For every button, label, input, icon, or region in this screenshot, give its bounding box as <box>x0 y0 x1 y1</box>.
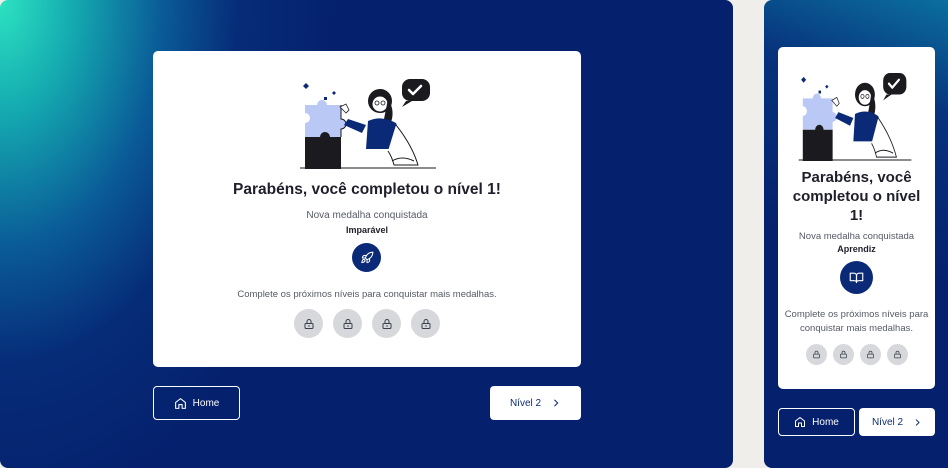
locked-medal <box>372 309 401 338</box>
medal-name: Imparável <box>345 225 389 235</box>
puzzle-illustration <box>300 79 436 169</box>
locked-medal <box>859 344 881 365</box>
locked-medal <box>886 344 908 365</box>
unlock-more-text: Complete os próximos níveis para conquis… <box>237 289 497 300</box>
congrats-title: Parabéns, você completou o nível 1! <box>233 181 501 198</box>
medal-badge <box>352 243 381 272</box>
home-icon <box>174 397 187 410</box>
lock-icon <box>382 318 391 329</box>
lock-icon <box>893 350 901 359</box>
lock-icon <box>812 350 820 359</box>
next-level-button[interactable]: Nível 2 <box>490 386 581 420</box>
locked-medal <box>805 344 827 365</box>
new-medal-label: Nova medalha conquistada <box>306 210 428 221</box>
locked-medal <box>411 309 440 338</box>
locked-medal <box>832 344 854 365</box>
medal-name: Aprendiz <box>837 244 876 254</box>
medal-badge <box>840 261 873 294</box>
lock-icon <box>421 318 430 329</box>
book-icon <box>849 272 864 284</box>
unlock-more-text: Complete os próximos níveis para conquis… <box>784 309 929 334</box>
home-button-label: Home <box>192 397 220 409</box>
locked-medal <box>333 309 362 338</box>
chevron-right-icon <box>551 398 561 408</box>
home-button-label: Home <box>812 416 839 428</box>
next-level-button[interactable]: Nível 2 <box>859 408 935 436</box>
lock-icon <box>866 350 874 359</box>
lock-icon <box>839 350 847 359</box>
desktop-screen: Parabéns, você completou o nível 1! Nova… <box>0 0 733 468</box>
lock-icon <box>343 318 352 329</box>
puzzle-illustration <box>798 72 912 161</box>
lock-icon <box>304 318 313 329</box>
locked-medals-row <box>153 309 581 338</box>
next-level-label: Nível 2 <box>509 397 542 409</box>
level-complete-card: Parabéns, você completou o nível 1! Nova… <box>778 47 935 389</box>
new-medal-label: Nova medalha conquistada <box>798 231 915 242</box>
level-complete-card: Parabéns, você completou o nível 1! Nova… <box>153 51 581 367</box>
chevron-right-icon <box>913 418 922 427</box>
locked-medals-row <box>778 344 935 365</box>
rocket-icon <box>360 251 373 263</box>
home-icon <box>794 416 806 428</box>
congrats-title: Parabéns, você completou o nível 1! <box>792 169 921 224</box>
mobile-screen: Parabéns, você completou o nível 1! Nova… <box>764 0 948 468</box>
next-level-label: Nível 2 <box>871 416 904 428</box>
home-button[interactable]: Home <box>153 386 240 420</box>
home-button[interactable]: Home <box>778 408 855 436</box>
locked-medal <box>294 309 323 338</box>
